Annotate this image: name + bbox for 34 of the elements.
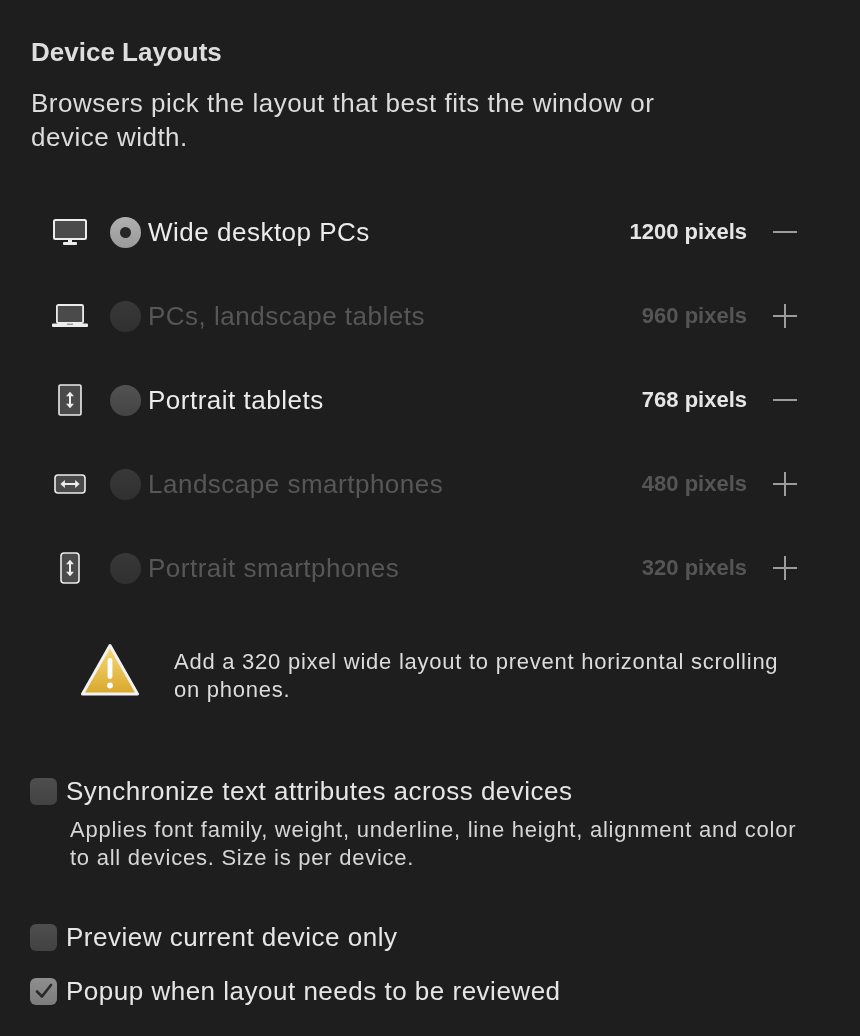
checkbox-label: Synchronize text attributes across devices: [66, 775, 573, 807]
tablet-icon: [58, 384, 82, 416]
option-description: Applies font family, weight, underline, line height, alignment and color to all devices. Size is per device.: [70, 816, 798, 872]
checkbox-label: Popup when layout needs to be reviewed: [66, 975, 561, 1007]
layout-label: PCs, landscape tablets: [148, 300, 425, 332]
checkbox-label: Preview current device only: [66, 921, 398, 953]
width-label: 768 pixels: [641, 386, 747, 414]
radio-button[interactable]: [110, 216, 141, 248]
radio-button[interactable]: [110, 384, 141, 416]
minus-icon: [773, 231, 797, 233]
layout-label: Wide desktop PCs: [148, 216, 370, 248]
plus-icon: [773, 556, 797, 580]
layout-label: Portrait tablets: [148, 384, 324, 416]
monitor-icon: [53, 219, 87, 245]
radio-button[interactable]: [110, 552, 141, 584]
plus-icon: [773, 304, 797, 328]
checkbox[interactable]: [30, 777, 57, 805]
check-icon: [34, 983, 53, 999]
radio-button[interactable]: [110, 468, 141, 500]
width-label: 1200 pixels: [629, 218, 747, 246]
checkbox[interactable]: [30, 923, 57, 951]
radio-button[interactable]: [110, 300, 141, 332]
minus-icon: [773, 399, 797, 401]
phone-icon: [60, 552, 80, 584]
layout-label: Landscape smartphones: [148, 468, 444, 500]
warning-text: Add a 320 pixel wide layout to prevent horizontal scrolling on phones.: [174, 648, 780, 704]
laptop-icon: [52, 304, 88, 328]
section-title: Device Layouts: [31, 36, 222, 68]
description-text: Browsers pick the layout that best fits the window or device width.: [31, 87, 656, 154]
warning-icon: [80, 643, 140, 697]
landscape-phone-icon: [54, 474, 86, 494]
checkbox[interactable]: [30, 977, 57, 1005]
layout-label: Portrait smartphones: [148, 552, 400, 584]
plus-icon: [773, 472, 797, 496]
